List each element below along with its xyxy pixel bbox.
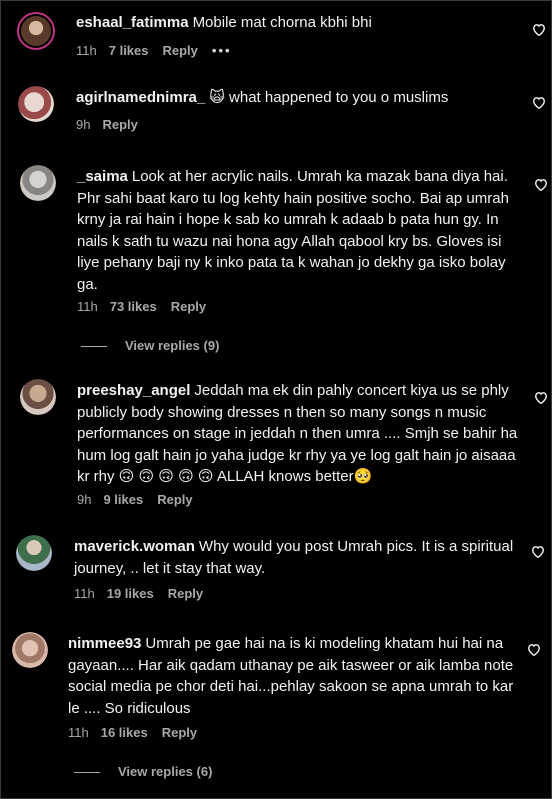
heart-icon[interactable] (532, 96, 546, 109)
reply-button[interactable]: Reply (162, 725, 197, 740)
likes-count[interactable]: 7 likes (109, 43, 149, 58)
timestamp: 11h (77, 299, 98, 314)
username[interactable]: maverick.woman (74, 538, 195, 555)
username[interactable]: _saima (77, 168, 128, 185)
reply-button[interactable]: Reply (102, 117, 137, 132)
more-options-icon[interactable]: ••• (212, 43, 232, 58)
heart-icon[interactable] (534, 391, 548, 404)
likes-count[interactable]: 19 likes (107, 586, 154, 601)
heart-icon[interactable] (534, 178, 548, 191)
comment-text: agirlnamednimra_ 🙀 what happened to you o… (76, 89, 449, 106)
likes-count[interactable]: 16 likes (101, 725, 148, 740)
timestamp: 9h (77, 492, 92, 507)
comment-meta: 11h 19 likes Reply (74, 586, 217, 601)
timestamp: 11h (74, 586, 95, 601)
avatar[interactable] (20, 165, 56, 201)
comment-text: maverick.woman Why would you post Umrah p… (74, 538, 514, 577)
likes-count[interactable]: 73 likes (110, 299, 157, 314)
reply-button[interactable]: Reply (163, 43, 198, 58)
comment-meta: 9h 9 likes Reply (77, 492, 207, 507)
avatar[interactable] (16, 535, 52, 571)
heart-icon[interactable] (532, 23, 546, 36)
comment-meta: 9h Reply (76, 117, 152, 132)
heart-icon[interactable] (527, 643, 541, 656)
comment-text: _saima Look at her acrylic nails. Umrah k… (77, 168, 509, 293)
likes-count[interactable]: 9 likes (103, 492, 143, 507)
reply-button[interactable]: Reply (171, 299, 206, 314)
divider-line (81, 346, 107, 348)
username[interactable]: preeshay_angel (77, 382, 190, 399)
comment-meta: 11h 16 likes Reply (68, 725, 211, 740)
divider-line (74, 772, 100, 774)
timestamp: 11h (76, 43, 97, 58)
comment-text: preeshay_angel Jeddah ma ek din pahly con… (77, 382, 518, 485)
comment-meta: 11h 73 likes Reply (77, 299, 220, 314)
avatar[interactable] (17, 12, 55, 50)
avatar[interactable] (12, 632, 48, 668)
timestamp: 9h (76, 117, 91, 132)
reply-button[interactable]: Reply (157, 492, 192, 507)
comment-meta: 11h 7 likes Reply ••• (76, 43, 246, 58)
comment-text: eshaal_fatimma Mobile mat chorna kbhi bhi (76, 14, 372, 31)
avatar[interactable] (20, 379, 56, 415)
username[interactable]: agirlnamednimra_ (76, 89, 205, 106)
comment-text: nimmee93 Umrah pe gae hai na is ki modeli… (68, 635, 514, 717)
view-replies-button[interactable]: View replies (9) (81, 338, 219, 353)
username[interactable]: eshaal_fatimma (76, 14, 189, 31)
reply-button[interactable]: Reply (168, 586, 203, 601)
heart-icon[interactable] (531, 545, 545, 558)
avatar[interactable] (18, 86, 54, 122)
view-replies-button[interactable]: View replies (6) (74, 764, 212, 779)
username[interactable]: nimmee93 (68, 635, 141, 652)
timestamp: 11h (68, 725, 89, 740)
